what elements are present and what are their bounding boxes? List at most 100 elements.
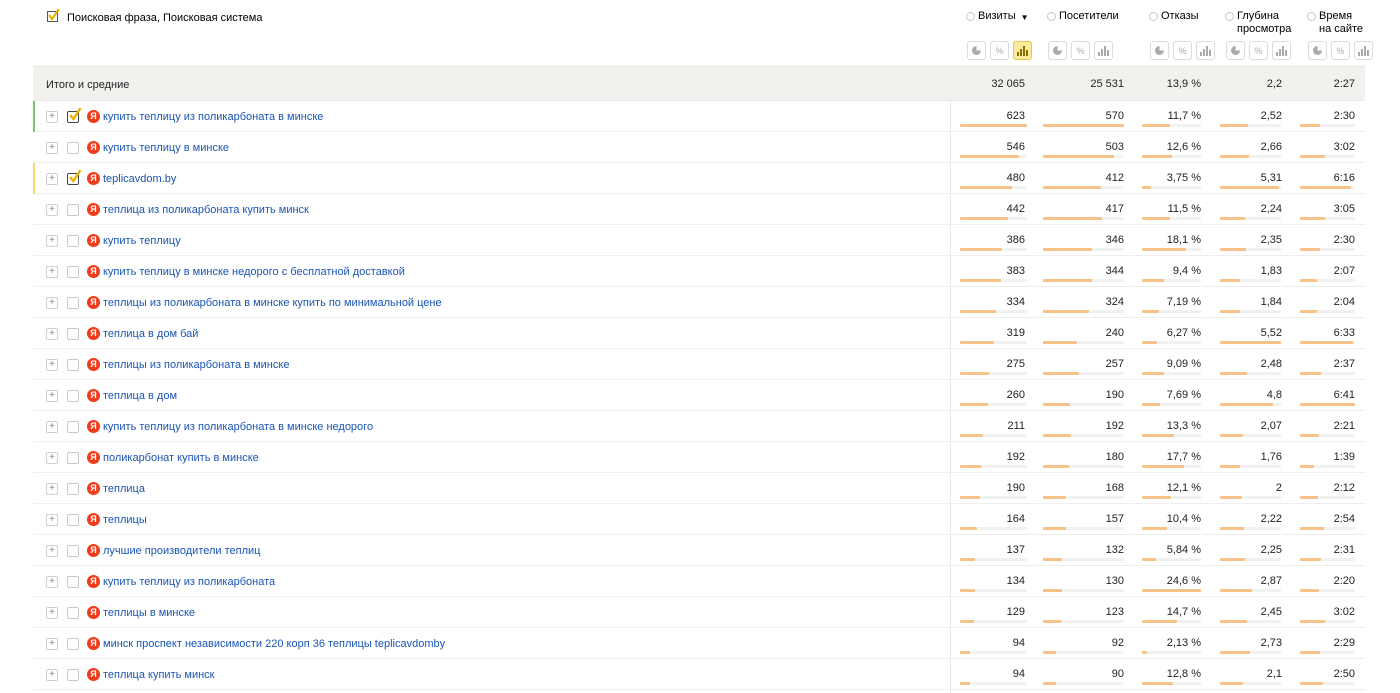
expand-plus-icon[interactable]: + — [46, 297, 58, 309]
table-row[interactable]: + Ятеплицы из поликарбоната в минске 275 25… — [33, 349, 1365, 380]
radio-icon[interactable] — [966, 12, 975, 21]
expand-plus-icon[interactable]: + — [46, 669, 58, 681]
radio-icon[interactable] — [1225, 12, 1234, 21]
search-phrase-link[interactable]: купить теплицу из поликарбоната — [103, 576, 275, 588]
row-checkbox[interactable] — [67, 169, 82, 185]
search-phrase-link[interactable]: купить теплицу в минске — [103, 142, 229, 154]
radio-icon[interactable] — [1047, 12, 1056, 21]
pie-chart-icon[interactable] — [967, 41, 986, 60]
table-row[interactable]: + Ятеплицы из поликарбоната в минске купи… — [33, 287, 1365, 318]
row-checkbox[interactable] — [67, 142, 79, 154]
table-row[interactable]: + Якупить теплицу в минске недорого с бес… — [33, 256, 1365, 287]
metric-label-depth[interactable]: Глубина просмотра — [1225, 10, 1291, 36]
search-phrase-link[interactable]: теплицы — [103, 514, 147, 526]
expand-plus-icon[interactable]: + — [46, 452, 58, 464]
expand-plus-icon[interactable]: + — [46, 545, 58, 557]
metric-label-visits[interactable]: Визиты ▼ — [966, 10, 1029, 24]
phrase-column-header[interactable]: Поисковая фраза, Поисковая система — [47, 8, 262, 25]
search-phrase-link[interactable]: купить теплицу — [103, 235, 181, 247]
table-row[interactable]: + Яминск проспект независимости 220 корп … — [33, 628, 1365, 659]
pie-chart-icon[interactable] — [1308, 41, 1327, 60]
row-checkbox[interactable] — [67, 359, 79, 371]
search-phrase-link[interactable]: поликарбонат купить в минске — [103, 452, 259, 464]
table-row[interactable]: + Яполикарбонат купить в минске 192 180 17,7… — [33, 442, 1365, 473]
bar-chart-icon[interactable] — [1196, 41, 1215, 60]
table-row[interactable]: + Якупить теплицу из поликарбоната 134 130 2… — [33, 566, 1365, 597]
table-row[interactable]: + Ятеплицы в минске 129 123 14,7 % 2,45 3:02 — [33, 597, 1365, 628]
search-phrase-link[interactable]: купить теплицу в минске недорого с беспл… — [103, 266, 405, 278]
table-row[interactable]: + Ятеплица в дом бай 319 240 6,27 % 5,52 6:33 — [33, 318, 1365, 349]
table-row[interactable]: + Ялучшие производители теплиц 137 132 5,84 … — [33, 535, 1365, 566]
table-row[interactable]: + Ятеплица в дом 260 190 7,69 % 4,8 6:41 — [33, 380, 1365, 411]
percent-icon[interactable]: % — [1173, 41, 1192, 60]
table-row[interactable]: + Якупить теплицу из поликарбоната в минс… — [33, 411, 1365, 442]
expand-plus-icon[interactable]: + — [46, 204, 58, 216]
metric-label-bounce[interactable]: Отказы — [1149, 10, 1199, 23]
search-phrase-link[interactable]: теплица в дом бай — [103, 328, 198, 340]
metric-label-time[interactable]: Время на сайте — [1307, 10, 1363, 36]
search-phrase-link[interactable]: teplicavdom.by — [103, 173, 176, 185]
search-phrase-link[interactable]: лучшие производители теплиц — [103, 545, 260, 557]
percent-icon[interactable]: % — [1249, 41, 1268, 60]
row-checkbox[interactable] — [67, 235, 79, 247]
search-phrase-link[interactable]: теплица из поликарбоната купить минск — [103, 204, 309, 216]
row-checkbox[interactable] — [67, 107, 82, 123]
expand-plus-icon[interactable]: + — [46, 173, 58, 185]
sort-desc-icon[interactable]: ▼ — [1021, 11, 1029, 24]
expand-plus-icon[interactable]: + — [46, 328, 58, 340]
expand-plus-icon[interactable]: + — [46, 111, 58, 123]
percent-icon[interactable]: % — [1331, 41, 1350, 60]
expand-plus-icon[interactable]: + — [46, 514, 58, 526]
row-checkbox[interactable] — [67, 266, 79, 278]
expand-plus-icon[interactable]: + — [46, 638, 58, 650]
row-checkbox[interactable] — [67, 297, 79, 309]
expand-plus-icon[interactable]: + — [46, 142, 58, 154]
row-checkbox[interactable] — [67, 638, 79, 650]
search-phrase-link[interactable]: теплицы в минске — [103, 607, 195, 619]
select-all-check-icon[interactable] — [47, 8, 61, 23]
expand-plus-icon[interactable]: + — [46, 235, 58, 247]
table-row[interactable]: + Якупить теплицу в минске 546 503 12,6 % 2,6… — [33, 132, 1365, 163]
radio-icon[interactable] — [1307, 12, 1316, 21]
table-row[interactable]: + Ятеплица 190 168 12,1 % 2 2:12 — [33, 473, 1365, 504]
pie-chart-icon[interactable] — [1048, 41, 1067, 60]
pie-chart-icon[interactable] — [1150, 41, 1169, 60]
percent-icon[interactable]: % — [1071, 41, 1090, 60]
expand-plus-icon[interactable]: + — [46, 607, 58, 619]
pie-chart-icon[interactable] — [1226, 41, 1245, 60]
row-checkbox[interactable] — [67, 669, 79, 681]
row-checkbox[interactable] — [67, 483, 79, 495]
row-checkbox[interactable] — [67, 576, 79, 588]
table-row[interactable]: + Ятеплица из поликарбоната купить минск 4… — [33, 194, 1365, 225]
expand-plus-icon[interactable]: + — [46, 390, 58, 402]
expand-plus-icon[interactable]: + — [46, 359, 58, 371]
row-checkbox[interactable] — [67, 545, 79, 557]
table-row[interactable]: + Якупить теплицу из поликарбоната в минс… — [33, 101, 1365, 132]
expand-plus-icon[interactable]: + — [46, 266, 58, 278]
search-phrase-link[interactable]: теплицы из поликарбоната в минске купить… — [103, 297, 442, 309]
bar-chart-icon[interactable] — [1013, 41, 1032, 60]
search-phrase-link[interactable]: теплицы из поликарбоната в минске — [103, 359, 289, 371]
row-checkbox[interactable] — [67, 328, 79, 340]
bar-chart-icon[interactable] — [1094, 41, 1113, 60]
row-checkbox[interactable] — [67, 452, 79, 464]
metric-label-visitors[interactable]: Посетители — [1047, 10, 1119, 23]
search-phrase-link[interactable]: минск проспект независимости 220 корп 36… — [103, 638, 445, 650]
bar-chart-icon[interactable] — [1272, 41, 1291, 60]
radio-icon[interactable] — [1149, 12, 1158, 21]
percent-icon[interactable]: % — [990, 41, 1009, 60]
search-phrase-link[interactable]: купить теплицу из поликарбоната в минске… — [103, 421, 373, 433]
search-phrase-link[interactable]: теплица купить минск — [103, 669, 214, 681]
row-checkbox[interactable] — [67, 390, 79, 402]
bar-chart-icon[interactable] — [1354, 41, 1373, 60]
row-checkbox[interactable] — [67, 204, 79, 216]
table-row[interactable]: + Ятеплица купить минск 94 90 12,8 % 2,1 2:50 — [33, 659, 1365, 690]
table-row[interactable]: + Яteplicavdom.by 480 412 3,75 % 5,31 6:16 — [33, 163, 1365, 194]
search-phrase-link[interactable]: теплица — [103, 483, 145, 495]
row-checkbox[interactable] — [67, 421, 79, 433]
expand-plus-icon[interactable]: + — [46, 576, 58, 588]
expand-plus-icon[interactable]: + — [46, 483, 58, 495]
search-phrase-link[interactable]: купить теплицу из поликарбоната в минске — [103, 111, 323, 123]
search-phrase-link[interactable]: теплица в дом — [103, 390, 177, 402]
expand-plus-icon[interactable]: + — [46, 421, 58, 433]
